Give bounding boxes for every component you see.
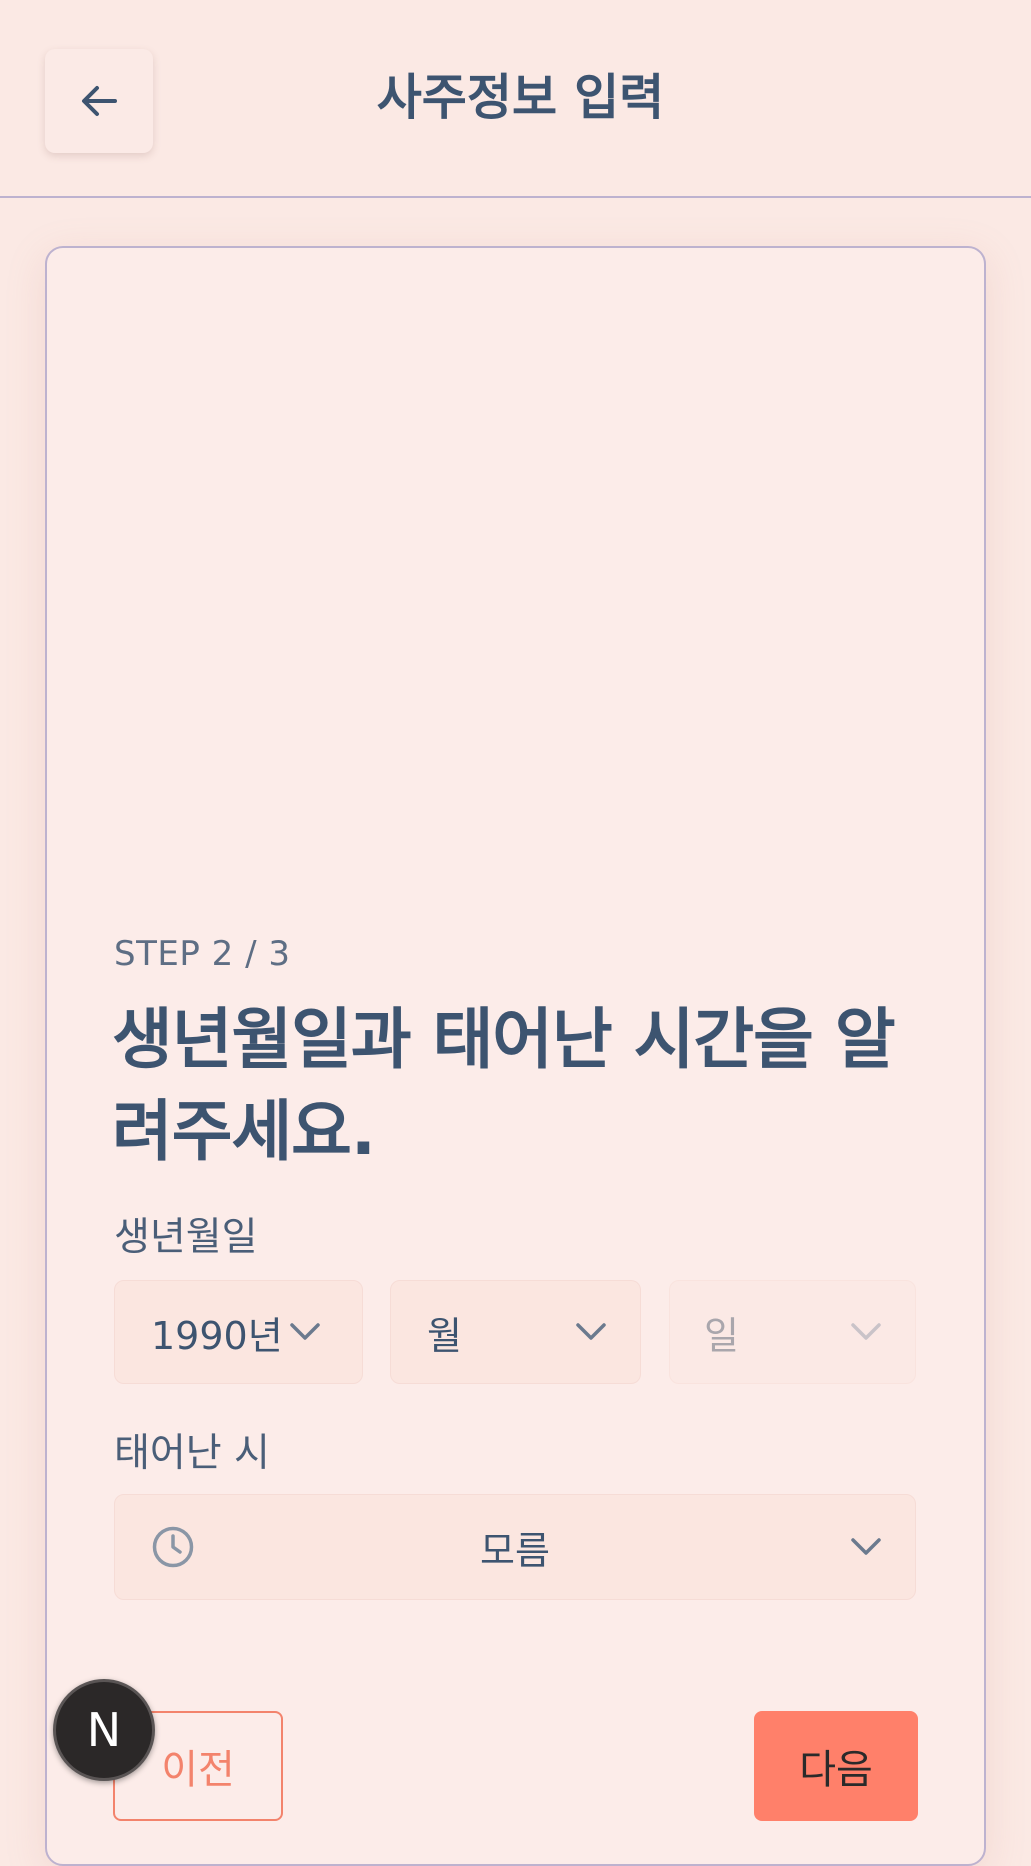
chevron-down-icon bbox=[576, 1323, 606, 1340]
badge-letter: N bbox=[86, 1703, 122, 1757]
birth-time-value: 모름 bbox=[480, 1528, 550, 1573]
chevron-down-icon bbox=[851, 1538, 881, 1555]
app-header: 사주정보 입력 bbox=[0, 0, 1031, 198]
page-title: 사주정보 입력 bbox=[376, 69, 665, 126]
birth-time-label: 태어난 시 bbox=[114, 1431, 270, 1476]
dob-label: 생년월일 bbox=[114, 1215, 258, 1260]
birth-time-select[interactable]: 모름 bbox=[114, 1494, 916, 1600]
dev-tools-badge[interactable]: N bbox=[53, 1679, 155, 1781]
year-select-value: 1990년 bbox=[151, 1313, 283, 1358]
form-heading: 생년월일과 태어난 시간을 알려주세요. bbox=[112, 1001, 896, 1170]
year-select[interactable]: 1990년 bbox=[114, 1280, 363, 1384]
chevron-down-icon bbox=[290, 1323, 320, 1340]
month-select-value: 월 bbox=[427, 1313, 462, 1358]
chevron-down-icon bbox=[851, 1323, 881, 1340]
day-select-value: 일 bbox=[704, 1313, 739, 1358]
month-select[interactable]: 월 bbox=[390, 1280, 641, 1384]
step-indicator: STEP 2 / 3 bbox=[114, 934, 291, 974]
next-button[interactable]: 다음 bbox=[754, 1711, 918, 1821]
day-select[interactable]: 일 bbox=[669, 1280, 916, 1384]
